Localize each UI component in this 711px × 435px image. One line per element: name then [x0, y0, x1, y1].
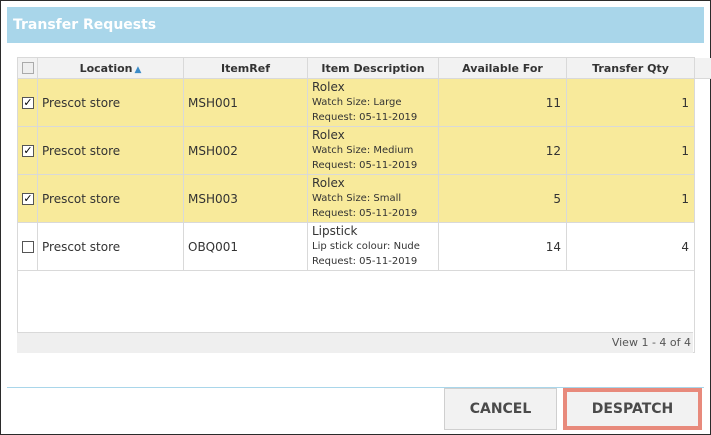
item-description-cell: Rolex Watch Size: Small Request: 05-11-2…	[308, 175, 439, 223]
itemref-cell: MSH001	[184, 79, 308, 127]
column-header-transfer-qty[interactable]: Transfer Qty	[567, 58, 695, 79]
available-cell: 14	[439, 223, 567, 271]
column-header-itemref[interactable]: ItemRef	[184, 58, 308, 79]
location-cell: Prescot store	[38, 127, 184, 175]
item-request-date: Request: 05-11-2019	[312, 208, 418, 219]
item-detail: Watch Size: Small	[312, 193, 402, 204]
header-scroll-spacer	[695, 58, 711, 79]
sort-arrows-icon[interactable]: ▲︎	[135, 65, 142, 75]
pager-record-count: View 1 - 4 of 4	[611, 336, 691, 349]
item-name: Lipstick	[312, 224, 358, 238]
row-checkbox[interactable]: ✓	[22, 96, 34, 109]
row-select-cell[interactable]: ✓	[18, 175, 38, 223]
item-request-date: Request: 05-11-2019	[312, 160, 418, 171]
table-row[interactable]: ✓ Prescot store MSH002 Rolex Watch Size:…	[18, 127, 695, 175]
item-name: Rolex	[312, 80, 345, 94]
transfer-qty-cell[interactable]: 1	[567, 127, 695, 175]
item-description-cell: Rolex Watch Size: Large Request: 05-11-2…	[308, 79, 439, 127]
table-row[interactable]: ✓ Prescot store MSH001 Rolex Watch Size:…	[18, 79, 695, 127]
row-select-cell[interactable]: ✓	[18, 79, 38, 127]
transfer-qty-cell[interactable]: 1	[567, 79, 695, 127]
column-header-item-description[interactable]: Item Description	[308, 58, 439, 79]
dialog-title: Transfer Requests	[7, 7, 704, 43]
column-header-location[interactable]: Location ▲︎	[38, 58, 184, 79]
table-header-row: Location ▲︎ ItemRef Item Description Avai…	[18, 58, 711, 96]
column-header-label: ItemRef	[221, 62, 270, 75]
column-header-label: Item Description	[321, 62, 425, 75]
grid-pager: View 1 - 4 of 4	[17, 332, 693, 353]
itemref-cell: MSH002	[184, 127, 308, 175]
location-cell: Prescot store	[38, 223, 184, 271]
row-select-cell[interactable]	[18, 223, 38, 271]
transfer-grid: Location ▲︎ ItemRef Item Description Avai…	[17, 57, 711, 353]
available-cell: 5	[439, 175, 567, 223]
column-header-available[interactable]: Available For Transfer	[439, 58, 567, 96]
item-detail: Watch Size: Medium	[312, 145, 414, 156]
item-request-date: Request: 05-11-2019	[312, 256, 418, 267]
select-all-checkbox[interactable]	[22, 62, 34, 74]
header-select-all-cell[interactable]	[18, 58, 38, 79]
row-select-cell[interactable]: ✓	[18, 127, 38, 175]
item-name: Rolex	[312, 128, 345, 142]
row-checkbox[interactable]	[22, 240, 34, 253]
item-request-date: Request: 05-11-2019	[312, 112, 418, 123]
table-row[interactable]: ✓ Prescot store MSH003 Rolex Watch Size:…	[18, 175, 695, 223]
item-name: Rolex	[312, 176, 345, 190]
location-cell: Prescot store	[38, 79, 184, 127]
transfer-qty-cell[interactable]: 4	[567, 223, 695, 271]
item-description-cell: Rolex Watch Size: Medium Request: 05-11-…	[308, 127, 439, 175]
location-cell: Prescot store	[38, 175, 184, 223]
despatch-button[interactable]: DESPATCH	[563, 388, 702, 430]
available-cell: 12	[439, 127, 567, 175]
available-cell: 11	[439, 79, 567, 127]
column-header-label: Transfer Qty	[592, 62, 669, 75]
cancel-button[interactable]: CANCEL	[444, 388, 557, 430]
item-detail: Watch Size: Large	[312, 97, 402, 108]
item-description-cell: Lipstick Lip stick colour: Nude Request:…	[308, 223, 439, 271]
table-row[interactable]: Prescot store OBQ001 Lipstick Lip stick …	[18, 223, 695, 271]
itemref-cell: MSH003	[184, 175, 308, 223]
transfer-qty-cell[interactable]: 1	[567, 175, 695, 223]
row-checkbox[interactable]: ✓	[22, 192, 34, 205]
column-header-label: Location	[79, 62, 133, 75]
itemref-cell: OBQ001	[184, 223, 308, 271]
row-checkbox[interactable]: ✓	[22, 144, 34, 157]
item-detail: Lip stick colour: Nude	[312, 241, 420, 252]
transfer-requests-dialog: Transfer Requests Location ▲︎ ItemRef Ite…	[0, 0, 711, 435]
